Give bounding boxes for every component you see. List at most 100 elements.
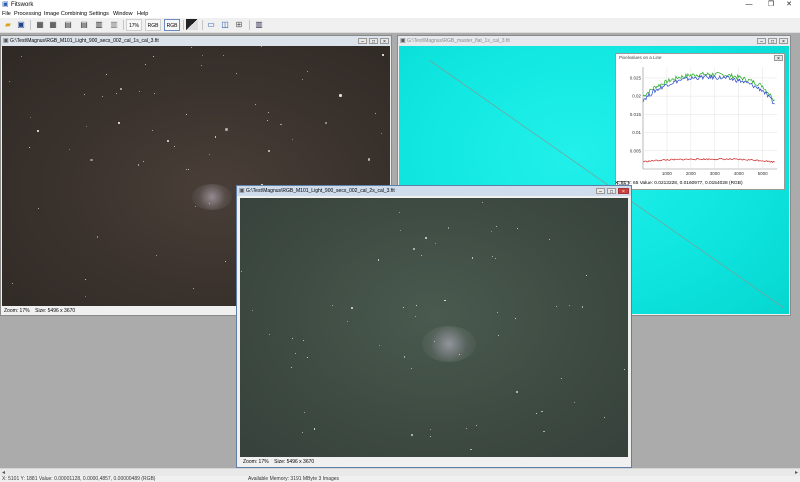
window-minimize-button[interactable]: –	[358, 38, 367, 45]
star	[142, 161, 144, 162]
star	[569, 304, 571, 306]
star	[155, 255, 157, 257]
window-close-button[interactable]: ×	[779, 38, 788, 45]
size-status: Size: 5496 x 3670	[274, 459, 315, 465]
disabled-tool-icon[interactable]: ▥	[108, 19, 120, 31]
open-folder-icon[interactable]: ▰	[2, 19, 14, 31]
star	[190, 46, 192, 48]
star	[306, 357, 308, 359]
star	[492, 256, 494, 258]
star	[154, 92, 156, 94]
rgb-button[interactable]: RGB	[145, 19, 161, 31]
menu-image-combining[interactable]: Image Combining	[44, 10, 87, 18]
menu-help[interactable]: Help	[137, 10, 148, 18]
star	[535, 413, 537, 414]
star	[434, 243, 436, 245]
x-tick-label: 5000	[758, 171, 769, 176]
window-titlebar[interactable]: ▣ G:\Test\Magnus\RGB_master_flat_1s_cal_…	[398, 36, 790, 46]
star	[194, 205, 196, 207]
star	[556, 305, 557, 307]
star	[152, 56, 154, 58]
toolbar-separator	[202, 20, 203, 30]
star	[307, 70, 309, 72]
image-file-icon: ▣	[239, 188, 245, 194]
save-icon[interactable]: ▣	[15, 19, 27, 31]
star	[236, 72, 238, 74]
window-title: G:\Test\Magnus\RGB_M101_Light_900_secs_0…	[10, 38, 159, 44]
image-add-icon[interactable]: ▦	[47, 19, 59, 31]
window-cascade-icon[interactable]: ▭	[205, 19, 217, 31]
printer-icon[interactable]: ▥	[93, 19, 105, 31]
window-close-button[interactable]: ×	[618, 188, 629, 195]
print-icon[interactable]: ▤	[62, 19, 74, 31]
menu-processing[interactable]: Processing	[14, 10, 41, 18]
star	[399, 211, 400, 213]
star	[549, 238, 551, 240]
galaxy-m101	[422, 326, 476, 362]
star	[420, 254, 423, 257]
star	[415, 304, 417, 306]
star	[516, 390, 519, 393]
window-close-button[interactable]: ×	[380, 38, 389, 45]
star	[151, 130, 153, 131]
window-minimize-button[interactable]: –	[757, 38, 766, 45]
save-all-icon[interactable]: ▤	[78, 19, 90, 31]
toolbar-separator	[183, 20, 184, 30]
image-canvas[interactable]	[240, 198, 628, 457]
star	[29, 147, 31, 149]
menu-file[interactable]: File	[2, 10, 11, 18]
rgb-active-button[interactable]: RGB	[164, 19, 180, 31]
star	[444, 299, 446, 301]
star	[367, 158, 370, 161]
star	[241, 271, 242, 273]
window-maximize-button[interactable]: □	[768, 38, 777, 45]
window-titlebar[interactable]: ▣ G:\Test\Magnus\RGB_M101_Light_900_secs…	[237, 186, 631, 196]
image-stack-icon[interactable]: ▦	[34, 19, 46, 31]
arrange-icon[interactable]: ⊞	[233, 19, 245, 31]
chart-close-button[interactable]: ×	[774, 55, 783, 62]
star	[302, 340, 304, 341]
star	[586, 274, 588, 276]
window-title: G:\Test\Magnus\RGB_M101_Light_900_secs_0…	[246, 188, 395, 194]
zoom-level-button[interactable]: 17%	[126, 19, 142, 31]
star	[399, 229, 401, 231]
pixel-profile-chart: 0.005 0.01 0.015 0.02 0.025 1000 2000 3000 4000 5…	[630, 67, 777, 176]
program-icon[interactable]: ▥	[253, 19, 265, 31]
star	[252, 309, 254, 311]
image-window-light-2[interactable]: ▣ G:\Test\Magnus\RGB_M101_Light_900_secs…	[236, 185, 632, 468]
window-maximize-button[interactable]: □	[607, 188, 616, 195]
star	[120, 88, 122, 90]
close-button[interactable]: ✕	[778, 0, 800, 10]
star	[514, 318, 516, 320]
star	[447, 227, 450, 229]
menu-window[interactable]: Window	[113, 10, 133, 18]
star	[101, 95, 103, 97]
star	[37, 130, 39, 132]
size-status: Size: 5496 x 3670	[35, 308, 76, 314]
image-file-icon: ▣	[400, 38, 406, 44]
contrast-icon[interactable]	[186, 19, 198, 30]
star	[84, 296, 86, 298]
star	[339, 94, 342, 97]
star	[375, 112, 377, 114]
minimize-button[interactable]: —	[738, 0, 760, 10]
star	[377, 259, 380, 261]
star	[324, 121, 327, 124]
window-tile-icon[interactable]: ◫	[219, 19, 231, 31]
star	[465, 427, 467, 429]
star	[332, 304, 334, 306]
star	[494, 257, 497, 259]
window-maximize-button[interactable]: □	[369, 38, 378, 45]
pixel-profile-panel[interactable]: Pixelvalues on a Line × 0.005 0.01 0.015 0.…	[615, 53, 785, 190]
star	[498, 335, 500, 337]
window-minimize-button[interactable]: –	[596, 188, 605, 195]
star	[106, 74, 108, 75]
star	[496, 226, 498, 227]
star	[166, 139, 169, 142]
star	[90, 158, 93, 161]
x-tick-label: 2000	[686, 171, 697, 176]
star	[11, 283, 13, 285]
window-titlebar[interactable]: ▣ G:\Test\Magnus\RGB_M101_Light_900_secs…	[1, 36, 391, 46]
star	[21, 55, 22, 57]
menu-settings[interactable]: Settings	[89, 10, 109, 18]
